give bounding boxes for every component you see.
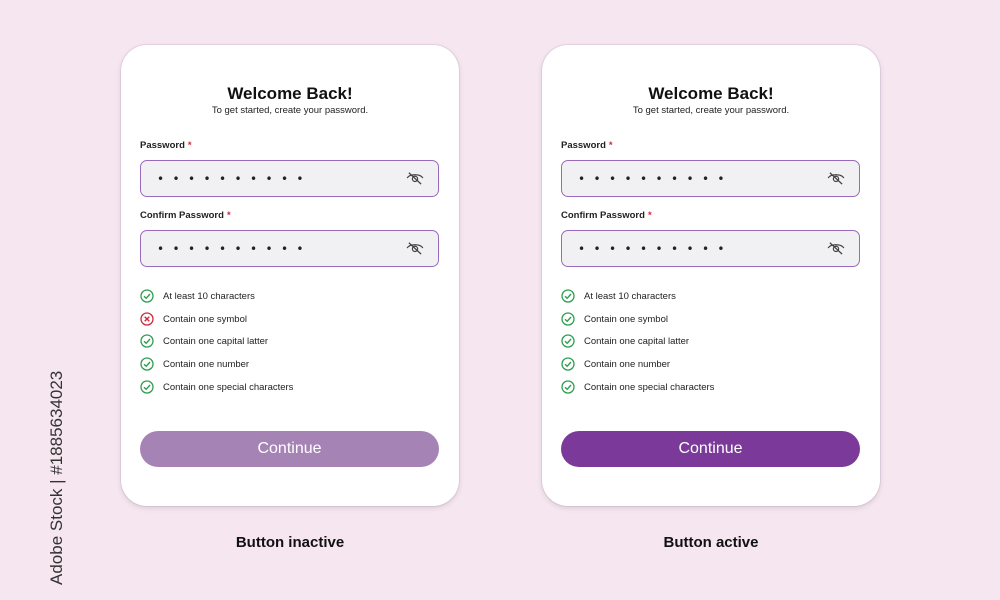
password-field[interactable]: • • • • • • • • • • <box>561 160 860 197</box>
required-mark: * <box>226 210 231 221</box>
required-mark: * <box>187 140 192 151</box>
password-label-text: Password <box>561 140 606 151</box>
check-circle-icon <box>140 357 154 371</box>
continue-button-inactive[interactable]: Continue <box>140 431 439 467</box>
eye-off-icon[interactable] <box>827 241 845 255</box>
password-value: • • • • • • • • • • <box>578 172 727 186</box>
check-circle-icon <box>561 289 575 303</box>
confirm-label-text: Confirm Password <box>140 210 224 221</box>
x-circle-icon <box>140 312 154 326</box>
confirm-password-field[interactable]: • • • • • • • • • • <box>561 230 860 267</box>
requirement-label: Contain one symbol <box>584 313 668 325</box>
password-field[interactable]: • • • • • • • • • • <box>140 160 439 197</box>
check-circle-icon <box>140 289 154 303</box>
password-label: Password * <box>561 140 613 151</box>
check-circle-icon <box>561 312 575 326</box>
check-circle-icon <box>140 380 154 394</box>
eye-off-icon[interactable] <box>827 171 845 185</box>
requirement-label: Contain one number <box>163 359 250 371</box>
requirement-label: At least 10 characters <box>584 291 676 302</box>
confirm-label-text: Confirm Password <box>561 210 645 221</box>
caption-button-active: Button active <box>663 534 759 551</box>
check-circle-icon <box>561 380 575 394</box>
password-card-active: Welcome Back! To get started, create you… <box>542 45 880 506</box>
confirm-password-value: • • • • • • • • • • <box>578 242 727 256</box>
password-card-inactive: Welcome Back! To get started, create you… <box>121 45 459 506</box>
requirement-label: Contain one special characters <box>163 381 294 393</box>
requirement-label: Contain one special characters <box>584 381 715 393</box>
confirm-password-label: Confirm Password * <box>561 210 652 221</box>
confirm-password-value: • • • • • • • • • • <box>157 242 306 256</box>
eye-off-icon[interactable] <box>406 171 424 185</box>
card-subtitle: To get started, create your password. <box>211 105 369 116</box>
requirement-label: Contain one capital latter <box>584 336 690 348</box>
eye-off-icon[interactable] <box>406 241 424 255</box>
requirement-label: At least 10 characters <box>163 291 255 302</box>
stock-watermark: Adobe Stock | #1885634023 <box>47 370 66 585</box>
password-label-text: Password <box>140 140 185 151</box>
card-subtitle: To get started, create your password. <box>632 105 790 116</box>
confirm-password-field[interactable]: • • • • • • • • • • <box>140 230 439 267</box>
card-title: Welcome Back! <box>227 84 353 103</box>
continue-button-active[interactable]: Continue <box>561 431 860 467</box>
required-mark: * <box>647 210 652 221</box>
password-label: Password * <box>140 140 192 151</box>
requirement-label: Contain one capital latter <box>163 336 269 348</box>
check-circle-icon <box>140 334 154 349</box>
check-circle-icon <box>561 357 575 371</box>
caption-button-inactive: Button inactive <box>235 534 345 551</box>
requirement-label: Contain one number <box>584 359 671 371</box>
password-value: • • • • • • • • • • <box>157 172 306 186</box>
check-circle-icon <box>561 334 575 349</box>
confirm-password-label: Confirm Password * <box>140 210 231 221</box>
required-mark: * <box>608 140 613 151</box>
requirement-label: Contain one symbol <box>163 313 247 325</box>
card-title: Welcome Back! <box>648 84 774 103</box>
